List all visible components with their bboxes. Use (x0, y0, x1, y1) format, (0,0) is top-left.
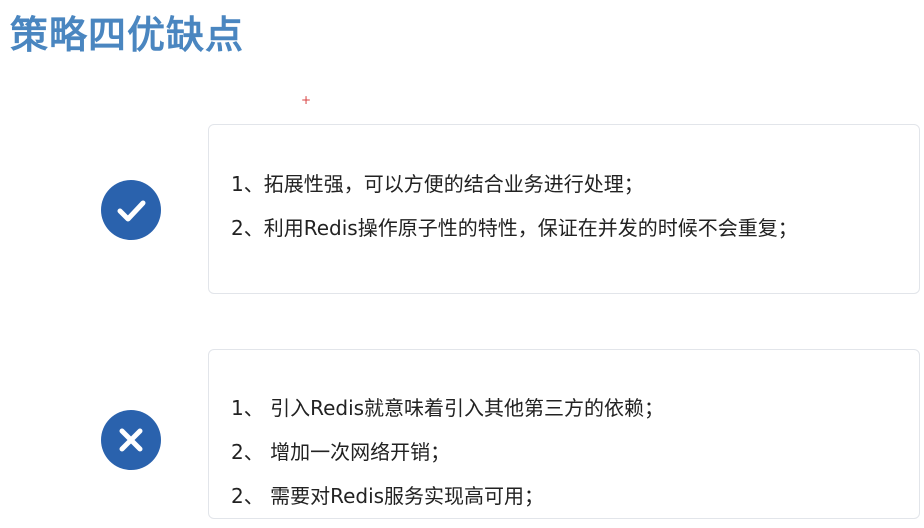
check-icon (117, 200, 146, 222)
pros-item: 1、拓展性强，可以方便的结合业务进行处理； (231, 172, 644, 196)
cons-item: 2、 需要对Redis服务实现高可用； (231, 484, 545, 508)
cross-icon (119, 428, 143, 452)
cons-list: 1、 引入Redis就意味着引入其他第三方的依赖； 2、 增加一次网络开销； 2… (231, 386, 909, 518)
annotation-plus-mark: + (301, 93, 312, 107)
cons-card: 1、 引入Redis就意味着引入其他第三方的依赖； 2、 增加一次网络开销； 2… (208, 349, 920, 519)
cons-item: 1、 引入Redis就意味着引入其他第三方的依赖； (231, 396, 665, 420)
pros-list: 1、拓展性强，可以方便的结合业务进行处理； 2、利用Redis操作原子性的特性，… (231, 162, 909, 250)
cross-badge (101, 410, 161, 470)
pros-card: 1、拓展性强，可以方便的结合业务进行处理； 2、利用Redis操作原子性的特性，… (208, 124, 920, 294)
check-badge (101, 180, 161, 240)
pros-item: 2、利用Redis操作原子性的特性，保证在并发的时候不会重复； (231, 216, 798, 240)
cons-item: 2、 增加一次网络开销； (231, 440, 451, 464)
page-title: 策略四优缺点 (10, 13, 245, 57)
